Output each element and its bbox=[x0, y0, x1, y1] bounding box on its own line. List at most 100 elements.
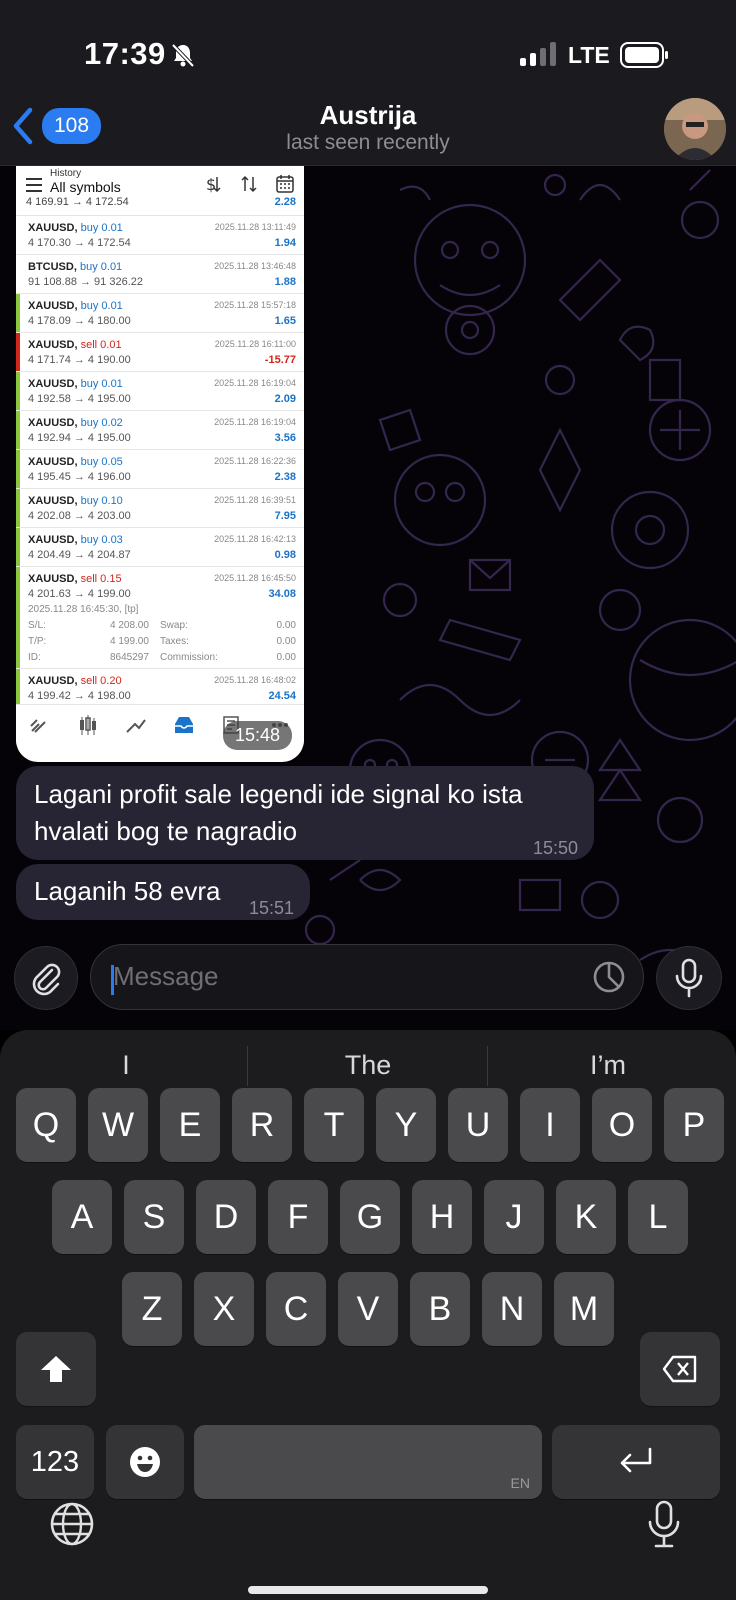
message-time: 15:50 bbox=[532, 838, 578, 858]
trade-profit: 7.95 bbox=[274, 510, 296, 522]
key-k[interactable]: K bbox=[556, 1180, 616, 1254]
photo-timestamp: 15:48 bbox=[222, 721, 292, 750]
photo-message[interactable]: History All symbols $ 4 169.91 → 4 172.5… bbox=[16, 166, 304, 762]
numbers-key[interactable]: 123 bbox=[16, 1425, 94, 1499]
trade-status-bar bbox=[16, 489, 20, 527]
trade-symbol: BTCUSD, buy 0.01 bbox=[28, 261, 123, 273]
key-v[interactable]: V bbox=[338, 1272, 398, 1346]
key-o[interactable]: O bbox=[592, 1088, 652, 1162]
key-l[interactable]: L bbox=[628, 1180, 688, 1254]
trade-row: BTCUSD, buy 0.01 91 108.88 → 91 326.22 2… bbox=[16, 255, 304, 294]
trade-symbol: XAUUSD, buy 0.03 bbox=[28, 534, 123, 546]
key-y[interactable]: Y bbox=[376, 1088, 436, 1162]
chat-header: 108 Austrija last seen recently bbox=[0, 98, 736, 166]
trade-profit: 24.54 bbox=[268, 690, 296, 702]
key-s[interactable]: S bbox=[124, 1180, 184, 1254]
trade-row-expanded: XAUUSD, sell 0.15 4 201.63 → 4 199.00 20… bbox=[16, 567, 304, 669]
key-z[interactable]: Z bbox=[122, 1272, 182, 1346]
shift-key[interactable] bbox=[16, 1332, 96, 1406]
key-g[interactable]: G bbox=[340, 1180, 400, 1254]
globe-icon[interactable] bbox=[48, 1500, 96, 1553]
trade-prices: 4 192.58 → 4 195.00 bbox=[28, 393, 131, 405]
silent-mode-icon bbox=[170, 42, 196, 73]
key-d[interactable]: D bbox=[196, 1180, 256, 1254]
key-n[interactable]: N bbox=[482, 1272, 542, 1346]
mt-history-label: History bbox=[50, 168, 82, 179]
suggestion-item[interactable]: I’m bbox=[488, 1050, 728, 1081]
return-key[interactable] bbox=[552, 1425, 720, 1499]
message-text-line: Laganih 58 evra bbox=[34, 876, 221, 906]
sticker-icon[interactable] bbox=[591, 959, 627, 1000]
trade-detail-line: S/L: 4 208.00 Swap: 0.00 bbox=[28, 620, 296, 631]
trade-profit: 1.88 bbox=[274, 276, 296, 288]
trade-status-bar bbox=[16, 669, 20, 707]
key-j[interactable]: J bbox=[484, 1180, 544, 1254]
message-text-line: hvalati bog te nagradio bbox=[34, 816, 298, 846]
message-input[interactable]: Message bbox=[90, 944, 644, 1010]
trade-row: XAUUSD, buy 0.01 4 170.30 → 4 172.54 202… bbox=[16, 216, 304, 255]
trade-profit: 34.08 bbox=[268, 588, 296, 600]
trade-datetime: 2025.11.28 16:48:02 bbox=[214, 675, 296, 685]
avatar[interactable] bbox=[664, 98, 726, 160]
key-x[interactable]: X bbox=[194, 1272, 254, 1346]
voice-message-button[interactable] bbox=[656, 946, 722, 1010]
key-a[interactable]: A bbox=[52, 1180, 112, 1254]
emoji-key[interactable] bbox=[106, 1425, 184, 1499]
trade-status-bar bbox=[16, 333, 20, 371]
composer: Message bbox=[0, 930, 736, 1030]
cellular-signal-icon bbox=[520, 42, 560, 71]
message-text-line: Lagani profit sale legendi ide signal ko… bbox=[34, 779, 523, 809]
trade-status-bar bbox=[16, 411, 20, 449]
message-bubble[interactable]: Laganih 58 evra 15:51 bbox=[16, 864, 310, 920]
key-i[interactable]: I bbox=[520, 1088, 580, 1162]
emoji-icon bbox=[130, 1447, 160, 1477]
menu-icon bbox=[26, 178, 42, 197]
key-b[interactable]: B bbox=[410, 1272, 470, 1346]
backspace-key[interactable] bbox=[640, 1332, 720, 1406]
key-e[interactable]: E bbox=[160, 1088, 220, 1162]
space-key[interactable]: EN bbox=[194, 1425, 542, 1499]
contact-status: last seen recently bbox=[286, 131, 450, 154]
key-w[interactable]: W bbox=[88, 1088, 148, 1162]
trade-symbol: XAUUSD, buy 0.10 bbox=[28, 495, 123, 507]
trade-symbol: XAUUSD, buy 0.01 bbox=[28, 300, 123, 312]
suggestion-item[interactable]: The bbox=[248, 1050, 488, 1081]
status-time: 17:39 bbox=[84, 36, 166, 71]
key-u[interactable]: U bbox=[448, 1088, 508, 1162]
return-icon bbox=[620, 1447, 652, 1473]
trade-row: XAUUSD, buy 0.05 4 195.45 → 4 196.00 202… bbox=[16, 450, 304, 489]
key-f[interactable]: F bbox=[268, 1180, 328, 1254]
key-c[interactable]: C bbox=[266, 1272, 326, 1346]
trade-prices: 91 108.88 → 91 326.22 bbox=[28, 276, 143, 288]
key-p[interactable]: P bbox=[664, 1088, 724, 1162]
mt-header-icons: $ bbox=[204, 174, 294, 194]
trade-list: XAUUSD, buy 0.01 4 170.30 → 4 172.54 202… bbox=[16, 216, 304, 708]
key-t[interactable]: T bbox=[304, 1088, 364, 1162]
contact-name[interactable]: Austrija bbox=[0, 100, 736, 131]
trade-symbol: XAUUSD, buy 0.01 bbox=[28, 222, 123, 234]
calendar-icon bbox=[276, 175, 294, 193]
trade-profit: 2.09 bbox=[274, 393, 296, 405]
trade-prices: 4 171.74 → 4 190.00 bbox=[28, 354, 131, 366]
suggestion-item[interactable]: I bbox=[6, 1050, 246, 1081]
message-bubble[interactable]: Lagani profit sale legendi ide signal ko… bbox=[16, 766, 594, 860]
trade-detail-line: 2025.11.28 16:45:30, [tp] bbox=[28, 604, 139, 615]
trade-profit: -15.77 bbox=[264, 354, 296, 366]
status-bar: 17:39 LTE bbox=[0, 0, 736, 100]
trade-row: XAUUSD, sell 0.01 4 171.74 → 4 190.00 20… bbox=[16, 333, 304, 372]
trade-symbol: XAUUSD, buy 0.05 bbox=[28, 456, 123, 468]
partial-trade-row: 4 169.91 → 4 172.54 2.28 bbox=[26, 196, 296, 208]
trade-detail-line: ID: 8645297 Commission: 0.00 bbox=[28, 652, 296, 663]
key-h[interactable]: H bbox=[412, 1180, 472, 1254]
attach-button[interactable] bbox=[14, 946, 78, 1010]
key-m[interactable]: M bbox=[554, 1272, 614, 1346]
trade-prices: 4 199.42 → 4 198.00 bbox=[28, 690, 131, 702]
trade-row: XAUUSD, buy 0.02 4 192.94 → 4 195.00 202… bbox=[16, 411, 304, 450]
paperclip-icon bbox=[32, 963, 61, 996]
key-r[interactable]: R bbox=[232, 1088, 292, 1162]
dictation-icon[interactable] bbox=[646, 1500, 682, 1555]
key-q[interactable]: Q bbox=[16, 1088, 76, 1162]
trade-row: XAUUSD, buy 0.03 4 204.49 → 4 204.87 202… bbox=[16, 528, 304, 567]
trade-status-bar bbox=[16, 216, 20, 254]
trade-symbol: XAUUSD, sell 0.20 bbox=[28, 675, 122, 687]
